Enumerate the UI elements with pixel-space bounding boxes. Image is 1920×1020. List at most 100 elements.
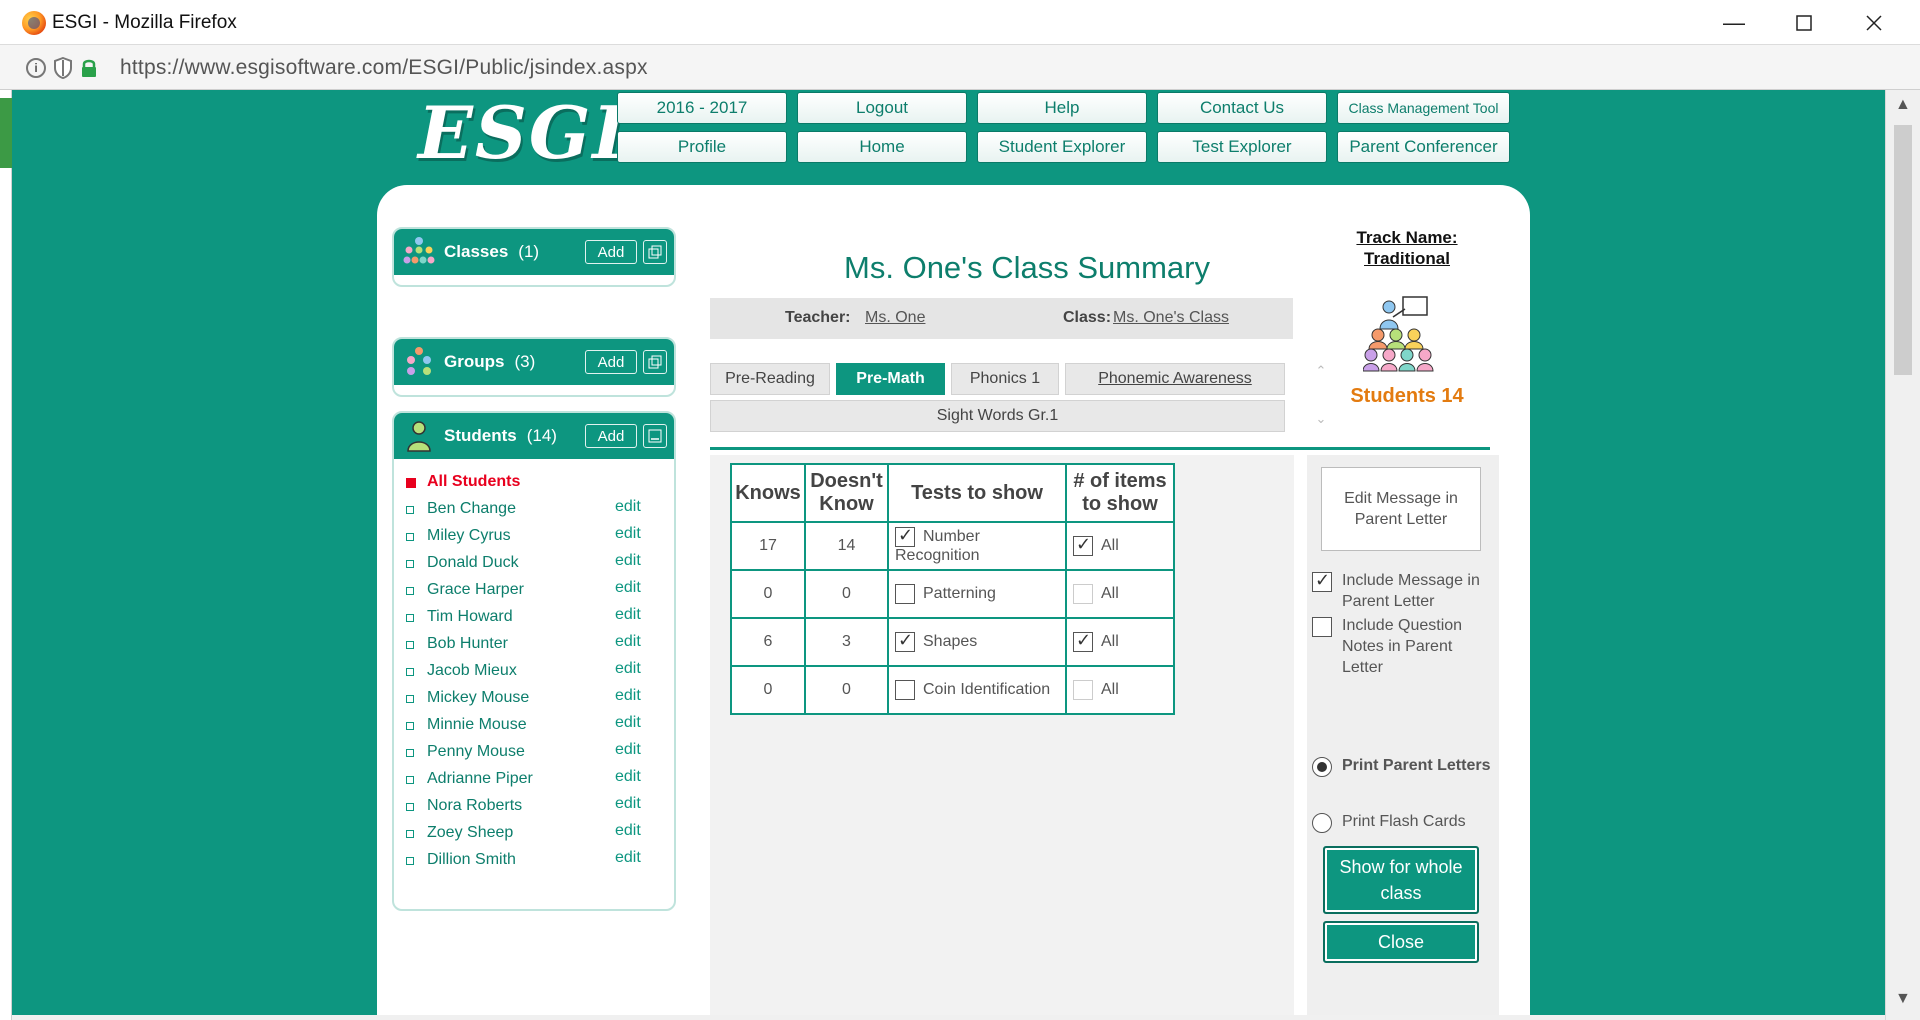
edit-student-link[interactable]: edit	[615, 525, 641, 543]
student-name[interactable]: Bob Hunter	[427, 635, 508, 653]
chevron-up-icon[interactable]: ⌃	[1312, 363, 1330, 379]
page-scrollbar[interactable]: ▲ ▼	[1885, 90, 1920, 1020]
minimize-button[interactable]: —	[1699, 0, 1769, 45]
contact-us-button[interactable]: Contact Us	[1157, 92, 1327, 124]
list-item-all-students[interactable]: All Students	[406, 471, 674, 498]
edit-student-link[interactable]: edit	[615, 552, 641, 570]
items-checkbox[interactable]	[1073, 630, 1093, 652]
all-students-link[interactable]: All Students	[427, 473, 520, 491]
edit-student-link[interactable]: edit	[615, 606, 641, 624]
list-item[interactable]: Grace Harper edit	[406, 579, 674, 606]
maximize-button[interactable]	[1769, 0, 1839, 45]
test-checkbox[interactable]	[895, 680, 915, 700]
student-name[interactable]: Adrianne Piper	[427, 770, 533, 788]
list-item[interactable]: Jacob Mieux edit	[406, 660, 674, 687]
collapse-students-button[interactable]	[643, 424, 667, 448]
edit-student-link[interactable]: edit	[615, 687, 641, 705]
close-window-button[interactable]	[1839, 0, 1909, 45]
class-management-button[interactable]: Class Management Tool	[1337, 92, 1510, 124]
student-name[interactable]: Jacob Mieux	[427, 662, 517, 680]
students-header[interactable]: Students (14) Add	[394, 413, 674, 459]
help-button[interactable]: Help	[977, 92, 1147, 124]
student-name[interactable]: Nora Roberts	[427, 797, 522, 815]
year-button[interactable]: 2016 - 2017	[617, 92, 787, 124]
student-name[interactable]: Donald Duck	[427, 554, 519, 572]
list-item[interactable]: Bob Hunter edit	[406, 633, 674, 660]
student-name[interactable]: Tim Howard	[427, 608, 513, 626]
student-explorer-button[interactable]: Student Explorer	[977, 131, 1147, 163]
student-name[interactable]: Mickey Mouse	[427, 689, 529, 707]
add-student-button[interactable]: Add	[585, 424, 637, 448]
groups-header[interactable]: Groups (3) Add	[394, 339, 674, 385]
add-class-button[interactable]: Add	[585, 240, 637, 264]
scroll-down-icon[interactable]: ▼	[1895, 990, 1911, 1008]
edit-student-link[interactable]: edit	[615, 768, 641, 786]
edit-student-link[interactable]: edit	[615, 822, 641, 840]
scroll-up-icon[interactable]: ▲	[1895, 96, 1911, 114]
student-name[interactable]: Miley Cyrus	[427, 527, 511, 545]
edit-student-link[interactable]: edit	[615, 795, 641, 813]
list-item[interactable]: Tim Howard edit	[406, 606, 674, 633]
list-item[interactable]: Adrianne Piper edit	[406, 768, 674, 795]
student-name[interactable]: Minnie Mouse	[427, 716, 527, 734]
edit-student-link[interactable]: edit	[615, 579, 641, 597]
student-name[interactable]: Ben Change	[427, 500, 516, 518]
include-message-checkbox[interactable]	[1312, 570, 1332, 592]
student-name[interactable]: Zoey Sheep	[427, 824, 513, 842]
url-field[interactable]: https://www.esgisoftware.com/ESGI/Public…	[120, 56, 648, 80]
close-button[interactable]: Close	[1323, 921, 1479, 963]
logout-button[interactable]: Logout	[797, 92, 967, 124]
chevron-down-icon[interactable]: ⌄	[1312, 411, 1330, 427]
edit-student-link[interactable]: edit	[615, 633, 641, 651]
shield-icon[interactable]	[54, 57, 72, 79]
include-message-option[interactable]: Include Message in Parent Letter	[1312, 570, 1492, 614]
tab-phonics-1[interactable]: Phonics 1	[951, 363, 1059, 395]
tab-sight-words[interactable]: Sight Words Gr.1	[710, 400, 1285, 432]
student-name[interactable]: Grace Harper	[427, 581, 524, 599]
tab-phonemic-awareness[interactable]: Phonemic Awareness	[1065, 363, 1285, 395]
test-explorer-button[interactable]: Test Explorer	[1157, 131, 1327, 163]
expand-classes-button[interactable]	[643, 240, 667, 264]
lock-icon[interactable]	[80, 58, 98, 78]
include-notes-option[interactable]: Include Question Notes in Parent Letter	[1312, 615, 1492, 681]
class-link[interactable]: Ms. One's Class	[1113, 309, 1229, 327]
edit-student-link[interactable]: edit	[615, 741, 641, 759]
tab-pre-math[interactable]: Pre-Math	[836, 363, 945, 395]
teacher-link[interactable]: Ms. One	[865, 309, 925, 327]
list-item[interactable]: Mickey Mouse edit	[406, 687, 674, 714]
list-item[interactable]: Nora Roberts edit	[406, 795, 674, 822]
add-group-button[interactable]: Add	[585, 350, 637, 374]
scrollbar-thumb[interactable]	[1894, 125, 1912, 375]
tab-pre-reading[interactable]: Pre-Reading	[710, 363, 830, 395]
list-item[interactable]: Penny Mouse edit	[406, 741, 674, 768]
list-item[interactable]: Ben Change edit	[406, 498, 674, 525]
list-item[interactable]: Zoey Sheep edit	[406, 822, 674, 849]
list-item[interactable]: Miley Cyrus edit	[406, 525, 674, 552]
edit-student-link[interactable]: edit	[615, 498, 641, 516]
print-cards-radio[interactable]	[1312, 813, 1332, 833]
parent-conferencer-button[interactable]: Parent Conferencer	[1337, 131, 1510, 163]
profile-button[interactable]: Profile	[617, 131, 787, 163]
test-checkbox[interactable]	[895, 630, 915, 652]
print-letters-option[interactable]: Print Parent Letters	[1312, 755, 1492, 799]
list-item[interactable]: Donald Duck edit	[406, 552, 674, 579]
student-name[interactable]: Dillion Smith	[427, 851, 516, 869]
items-checkbox[interactable]	[1073, 534, 1093, 556]
list-item[interactable]: Dillion Smith edit	[406, 849, 674, 876]
edit-message-button[interactable]: Edit Message in Parent Letter	[1321, 467, 1481, 551]
edit-student-link[interactable]: edit	[615, 714, 641, 732]
edit-student-link[interactable]: edit	[615, 660, 641, 678]
expand-groups-button[interactable]	[643, 350, 667, 374]
show-whole-class-button[interactable]: Show for whole class	[1323, 846, 1479, 914]
classes-header[interactable]: Classes (1) Add	[394, 229, 674, 275]
info-icon[interactable]: i	[26, 58, 46, 78]
edit-student-link[interactable]: edit	[615, 849, 641, 867]
print-letters-radio[interactable]	[1312, 757, 1332, 777]
list-item[interactable]: Minnie Mouse edit	[406, 714, 674, 741]
test-checkbox[interactable]	[895, 525, 915, 547]
home-button[interactable]: Home	[797, 131, 967, 163]
student-name[interactable]: Penny Mouse	[427, 743, 525, 761]
include-notes-checkbox[interactable]	[1312, 617, 1332, 637]
test-checkbox[interactable]	[895, 584, 915, 604]
print-cards-option[interactable]: Print Flash Cards	[1312, 811, 1492, 835]
